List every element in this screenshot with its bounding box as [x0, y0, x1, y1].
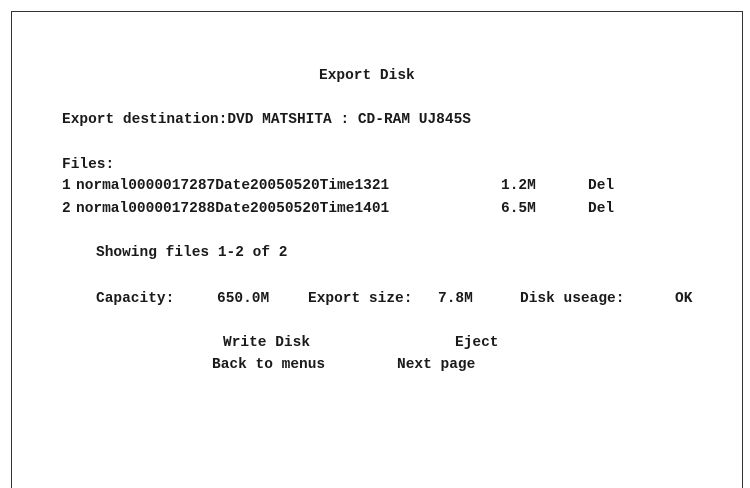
export-destination-label: Export destination:	[62, 112, 228, 128]
back-to-menus-button[interactable]: Back to menus	[212, 356, 325, 374]
file-row: 2 normal0000017288Date20050520Time1401 6…	[62, 200, 614, 290]
file-index: 2	[62, 201, 71, 217]
delete-file-button[interactable]: Del	[588, 200, 614, 218]
export-destination: Export destination:DVD MATSHITA : CD-RAM…	[62, 111, 471, 129]
capacity-value: 650.0M	[217, 291, 270, 307]
next-page-button[interactable]: Next page	[397, 356, 475, 374]
showing-files-status: Showing files 1-2 of 2	[96, 245, 288, 261]
export-destination-value: DVD MATSHITA : CD-RAM UJ845S	[227, 112, 471, 128]
export-size-value: 7.8M	[438, 291, 473, 307]
page-title: Export Disk	[319, 68, 415, 84]
disk-usage-label: Disk useage:	[520, 291, 625, 307]
capacity-line: Capacity: 650.0M Export size: 7.8M Disk …	[96, 290, 692, 416]
eject-button[interactable]: Eject	[455, 334, 499, 352]
delete-file-button[interactable]: Del	[588, 177, 614, 195]
file-size: 6.5M	[501, 201, 536, 217]
disk-usage-value: OK	[675, 291, 693, 307]
capacity-label: Capacity:	[96, 291, 175, 307]
file-index: 1	[62, 178, 71, 194]
export-size-label: Export size:	[308, 291, 413, 307]
files-label: Files:	[62, 157, 115, 173]
write-disk-button[interactable]: Write Disk	[223, 334, 310, 352]
file-name: normal0000017287Date20050520Time1321	[76, 178, 390, 194]
file-name: normal0000017288Date20050520Time1401	[76, 201, 390, 217]
file-size: 1.2M	[501, 178, 536, 194]
